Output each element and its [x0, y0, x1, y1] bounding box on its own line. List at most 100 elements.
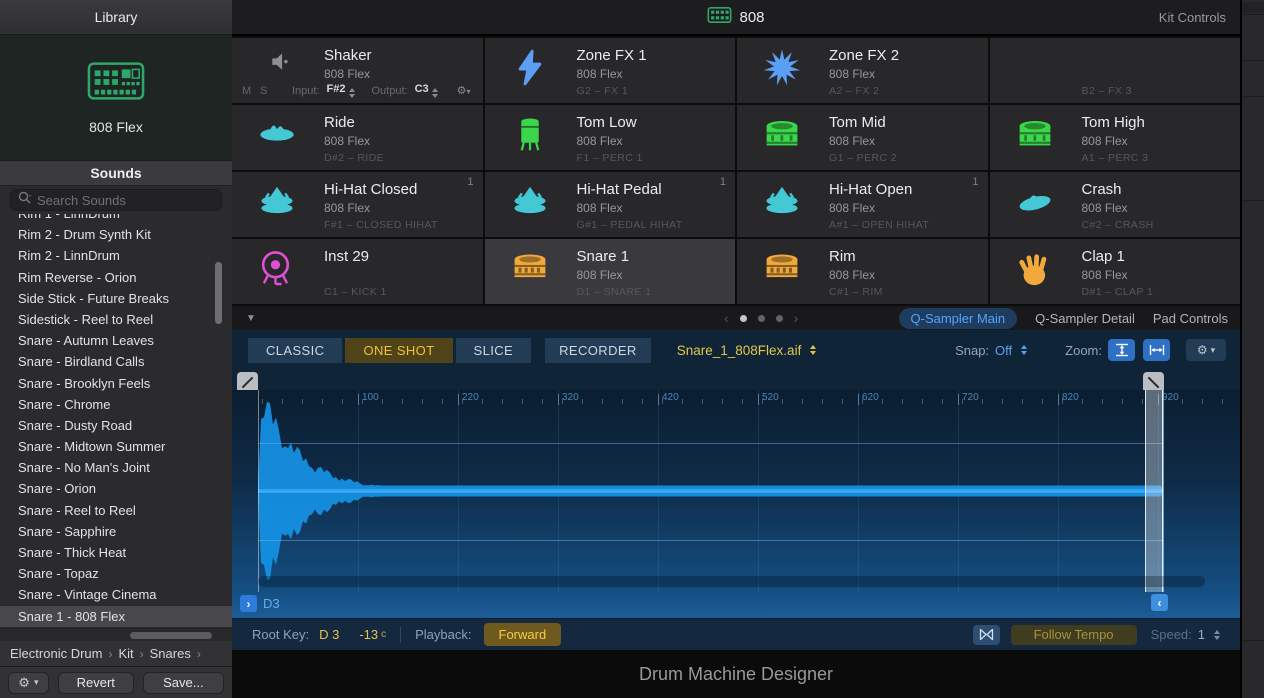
- pad-hi-hat-pedal[interactable]: Hi-Hat Pedal808 FlexG#1 – PEDAL HIHAT1: [485, 172, 736, 237]
- sound-list-item[interactable]: Rim Reverse - Orion: [0, 267, 232, 288]
- zoom-vertical-button[interactable]: [1108, 339, 1135, 361]
- sound-list-item[interactable]: Rim 2 - Drum Synth Kit: [0, 224, 232, 245]
- sound-list-item[interactable]: Snare - Topaz: [0, 563, 232, 584]
- page-dot[interactable]: [758, 315, 765, 322]
- speed-control[interactable]: Speed: 1: [1151, 627, 1220, 642]
- pad-settings-button[interactable]: ⚙▾: [457, 84, 471, 97]
- breadcrumb-item[interactable]: Snares: [150, 646, 191, 661]
- pad-tom-high[interactable]: Tom High808 FlexA1 – PERC 3: [990, 105, 1241, 170]
- mode-slice-button[interactable]: SLICE: [456, 338, 532, 363]
- sound-list-item[interactable]: Snare - Reel to Reel: [0, 500, 232, 521]
- sound-list-item[interactable]: Snare - Orion: [0, 478, 232, 499]
- sound-list-vertical-scrollbar[interactable]: [215, 262, 222, 324]
- pad-title: Inst 29: [324, 248, 369, 265]
- mode-segmented-control: CLASSICONE SHOTSLICE: [248, 338, 531, 363]
- solo-button[interactable]: S: [260, 85, 271, 97]
- root-key-value[interactable]: D 3: [319, 627, 339, 642]
- mode-one-shot-button[interactable]: ONE SHOT: [345, 338, 452, 363]
- tab-q-sampler-detail[interactable]: Q-Sampler Detail: [1035, 311, 1135, 326]
- input-note-stepper[interactable]: F#2: [327, 83, 355, 98]
- mode-classic-button[interactable]: CLASSIC: [248, 338, 342, 363]
- pad-clap-1[interactable]: Clap 1808 FlexD#1 – CLAP 1: [990, 239, 1241, 304]
- breadcrumb-item[interactable]: Electronic Drum: [10, 646, 102, 661]
- sound-list-item[interactable]: Side Stick - Future Breaks: [0, 288, 232, 309]
- pad-shaker[interactable]: Shaker808 Flex M S Input: F#2 Output: C3…: [232, 38, 483, 103]
- page-dot[interactable]: [776, 315, 783, 322]
- pad-note-label: G1 – PERC 2: [829, 152, 897, 164]
- pad-tom-mid[interactable]: Tom Mid808 FlexG1 – PERC 2: [737, 105, 988, 170]
- sound-list-item[interactable]: Snare - Dusty Road: [0, 415, 232, 436]
- sound-list-item[interactable]: Snare - Thick Heat: [0, 542, 232, 563]
- sound-list-item[interactable]: Snare - Chrome: [0, 394, 232, 415]
- snap-control[interactable]: Snap: Off: [955, 343, 1027, 358]
- sound-list-item[interactable]: Sidestick - Reel to Reel: [0, 309, 232, 330]
- sound-list-item[interactable]: Snare - Midtown Summer: [0, 436, 232, 457]
- search-input[interactable]: [37, 193, 197, 208]
- library-action-menu-button[interactable]: ⚙▾: [8, 672, 49, 694]
- pad-inst-29[interactable]: Inst 29 C1 – KICK 1: [232, 239, 483, 304]
- sample-file-dropdown[interactable]: Snare_1_808Flex.aif: [677, 343, 817, 358]
- revert-button[interactable]: Revert: [58, 672, 134, 694]
- start-marker-nav-button[interactable]: ›: [240, 595, 257, 612]
- breadcrumb-item[interactable]: Kit: [118, 646, 133, 661]
- pad-note-label: D#1 – CLAP 1: [1082, 286, 1154, 298]
- pad-voice-badge: 1: [972, 176, 978, 188]
- pad-voice-badge: 1: [720, 176, 726, 188]
- sound-list-item[interactable]: Snare - Sapphire: [0, 521, 232, 542]
- page-dot[interactable]: [740, 315, 747, 322]
- pad-hi-hat-open[interactable]: Hi-Hat Open808 FlexA#1 – OPEN HIHAT1: [737, 172, 988, 237]
- pad-crash[interactable]: Crash808 FlexC#2 – CRASH: [990, 172, 1241, 237]
- clap-icon: [1014, 247, 1056, 289]
- tab-pad-controls[interactable]: Pad Controls: [1153, 311, 1228, 326]
- pad-zone-fx-2[interactable]: Zone FX 2808 FlexA2 – FX 2: [737, 38, 988, 103]
- end-marker-nav-button[interactable]: ‹: [1151, 594, 1168, 611]
- sound-list-item[interactable]: Snare - No Man's Joint: [0, 457, 232, 478]
- page-previous-icon[interactable]: ‹: [724, 313, 729, 323]
- kit-controls-link[interactable]: Kit Controls: [1159, 10, 1226, 25]
- envelope-line: [258, 491, 1163, 492]
- output-note-stepper[interactable]: C3: [415, 83, 438, 98]
- waveform-display[interactable]: 100220320420520620720820920 › D3 ‹: [232, 390, 1240, 618]
- sound-list-item[interactable]: Snare - Brooklyn Feels: [0, 373, 232, 394]
- sample-file-name: Snare_1_808Flex.aif: [677, 343, 802, 358]
- patch-name: 808 Flex: [89, 119, 143, 135]
- waveform-scrollbar[interactable]: [258, 576, 1205, 587]
- sound-list-item[interactable]: Snare - Autumn Leaves: [0, 330, 232, 351]
- pad-note-label: C1 – KICK 1: [324, 286, 387, 298]
- pad-subtitle: 808 Flex: [829, 268, 875, 282]
- pad-title: Zone FX 1: [577, 47, 647, 64]
- tab-q-sampler-main[interactable]: Q-Sampler Main: [899, 308, 1018, 329]
- crash-cymbal-icon: [1014, 180, 1056, 222]
- tune-value[interactable]: -13: [359, 627, 378, 642]
- sound-list-horizontal-scrollbar[interactable]: [0, 628, 232, 641]
- horizontal-scroll-thumb[interactable]: [130, 632, 212, 639]
- pad-mixer-row: M S Input: F#2 Output: C3 ⚙▾: [242, 83, 475, 98]
- page-next-icon[interactable]: ›: [794, 313, 799, 323]
- search-box[interactable]: [10, 189, 222, 211]
- pad-ride[interactable]: Ride808 FlexD#2 – RIDE: [232, 105, 483, 170]
- pad-b2-fx-3[interactable]: B2 – FX 3: [990, 38, 1241, 103]
- mute-button[interactable]: M: [242, 85, 253, 97]
- sound-list-item[interactable]: Snare - Birdland Calls: [0, 351, 232, 372]
- flex-icon-button[interactable]: [973, 625, 1000, 645]
- follow-tempo-button[interactable]: Follow Tempo: [1011, 625, 1137, 645]
- speed-value: 1: [1198, 627, 1205, 642]
- sound-list-item[interactable]: Snare 1 - 808 Flex: [0, 606, 232, 627]
- collapse-triangle-icon[interactable]: ▼: [246, 313, 256, 324]
- pad-rim[interactable]: Rim808 FlexC#1 – RIM: [737, 239, 988, 304]
- sampler-settings-button[interactable]: ⚙▾: [1186, 339, 1226, 361]
- sound-list-item[interactable]: Rim 2 - LinnDrum: [0, 245, 232, 266]
- pad-zone-fx-1[interactable]: Zone FX 1808 FlexG2 – FX 1: [485, 38, 736, 103]
- recorder-button[interactable]: RECORDER: [545, 338, 651, 363]
- pad-hi-hat-closed[interactable]: Hi-Hat Closed808 FlexF#1 – CLOSED HIHAT1: [232, 172, 483, 237]
- pad-snare-1[interactable]: Snare 1808 FlexD1 – SNARE 1: [485, 239, 736, 304]
- sound-list-item[interactable]: Rim 1 - LinnDrum: [0, 214, 232, 224]
- sound-list-item[interactable]: Snare - Vintage Cinema: [0, 584, 232, 605]
- save-button[interactable]: Save...: [143, 672, 224, 694]
- playback-mode-button[interactable]: Forward: [484, 623, 562, 646]
- sample-end-marker[interactable]: [1145, 390, 1163, 592]
- pad-subtitle: 808 Flex: [577, 268, 630, 282]
- zoom-horizontal-button[interactable]: [1143, 339, 1170, 361]
- pad-tom-low[interactable]: Tom Low808 FlexF1 – PERC 1: [485, 105, 736, 170]
- gear-icon: ⚙: [1197, 343, 1208, 357]
